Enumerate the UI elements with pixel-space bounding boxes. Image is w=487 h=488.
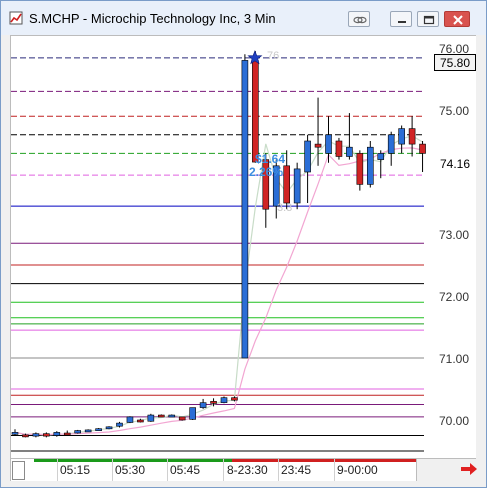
chart-app-icon	[9, 11, 23, 25]
link-icon	[353, 16, 367, 24]
candle-body	[84, 429, 92, 433]
candle-body	[43, 433, 50, 437]
candle-body	[63, 432, 71, 436]
window-title: S.MCHP - Microchip Technology Inc, 3 Min	[29, 11, 276, 26]
candle-body	[22, 434, 29, 438]
time-separator	[334, 459, 335, 481]
time-label-0530: 05:30	[115, 463, 146, 477]
candle-body	[137, 419, 144, 423]
price-label-71: 71.00	[439, 352, 470, 366]
chart-window: S.MCHP - Microchip Technology Inc, 3 Min	[0, 0, 487, 488]
time-axis[interactable]: 05:15 05:30 05:45 8-23:30 23:45 9-00:00	[10, 459, 417, 481]
candle-body	[11, 432, 19, 435]
candle-body	[220, 397, 228, 403]
moving-average-slow-line	[14, 147, 423, 436]
candle-body	[377, 153, 385, 160]
candle-body	[408, 128, 416, 145]
candle-body	[314, 143, 322, 148]
candle-body	[366, 146, 374, 185]
highlight-price-box: 75.80	[434, 54, 476, 71]
gain-percent-label: 2.26%	[249, 165, 284, 179]
candle-body	[95, 428, 102, 431]
candle-body	[231, 397, 238, 401]
candle-body	[241, 60, 249, 359]
faint-mid-label: 3.3	[277, 202, 293, 214]
scroll-right-arrow-icon[interactable]	[459, 461, 479, 477]
time-separator	[112, 459, 113, 481]
candle-body	[387, 134, 395, 154]
maximize-button[interactable]	[417, 11, 439, 27]
session-bar-red	[232, 459, 416, 462]
current-price-box: 74.16	[434, 156, 476, 173]
time-separator	[57, 459, 58, 481]
candle-body	[283, 165, 291, 204]
price-chart[interactable]	[11, 36, 475, 458]
candle-body	[74, 430, 82, 434]
faint-top-label: 76	[267, 50, 280, 62]
candle-body	[126, 416, 134, 423]
time-separator	[223, 459, 224, 481]
link-button[interactable]	[348, 11, 370, 27]
candle-body	[304, 140, 311, 173]
candle-body	[398, 128, 405, 145]
candle-body	[178, 416, 186, 421]
candle-body	[53, 432, 61, 436]
scroll-handle[interactable]	[12, 461, 25, 480]
candle-body	[32, 433, 40, 437]
price-label-75: 75.00	[439, 104, 470, 118]
chart-area[interactable]: 76.00 75.00 73.00 72.00 71.00 70.00 75.8…	[10, 35, 476, 459]
candle-body	[356, 153, 364, 185]
time-label-0545: 05:45	[170, 463, 201, 477]
time-separator	[278, 459, 279, 481]
title-bar[interactable]: S.MCHP - Microchip Technology Inc, 3 Min	[1, 1, 486, 35]
candle-body	[293, 168, 301, 204]
price-label-72: 72.00	[439, 290, 470, 304]
candle-body	[199, 402, 207, 408]
gain-value-label: $1.64	[255, 152, 286, 166]
candle-body	[210, 401, 217, 404]
time-separator	[167, 459, 168, 481]
candle-body	[158, 414, 165, 418]
close-icon	[453, 15, 463, 25]
time-label-0000: 9-00:00	[337, 463, 378, 477]
candle-body	[335, 140, 343, 157]
time-label-2330: 8-23:30	[227, 463, 268, 477]
candle-body	[116, 422, 123, 427]
candle-body	[105, 426, 113, 430]
time-label-0515: 05:15	[60, 463, 91, 477]
candle-body	[189, 407, 196, 420]
minimize-icon	[398, 21, 406, 23]
candle-body	[346, 146, 353, 157]
candle-body	[168, 414, 176, 418]
candle-body	[419, 143, 426, 154]
minimize-button[interactable]	[390, 11, 412, 27]
candle-body	[147, 414, 155, 422]
price-axis[interactable]	[436, 36, 476, 458]
candle-body	[252, 60, 259, 163]
time-label-2345: 23:45	[281, 463, 312, 477]
price-label-70: 70.00	[439, 414, 470, 428]
session-bar-green	[34, 459, 232, 462]
maximize-icon	[423, 15, 435, 25]
close-button[interactable]	[444, 11, 470, 27]
candle-body	[325, 134, 332, 154]
price-label-73: 73.00	[439, 228, 470, 242]
